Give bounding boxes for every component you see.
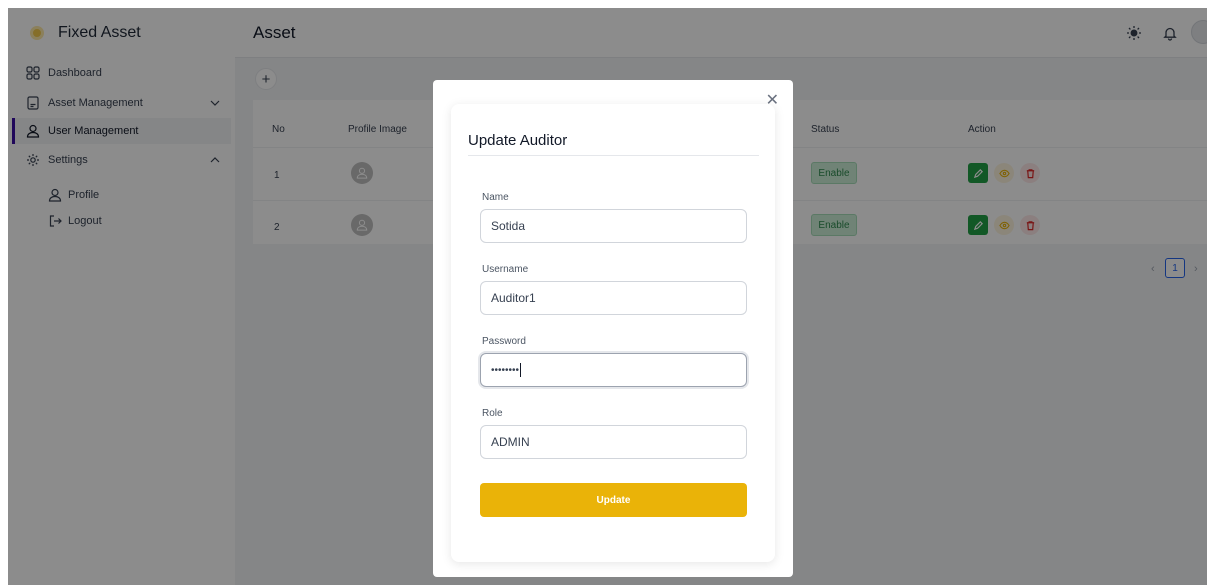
name-field[interactable]: Sotida bbox=[480, 209, 747, 243]
app-root: Fixed Asset Dashboard Asset Management U… bbox=[8, 8, 1207, 585]
password-field[interactable]: •••••••• bbox=[480, 353, 747, 387]
modal-title: Update Auditor bbox=[468, 132, 568, 149]
username-value: Auditor1 bbox=[491, 291, 536, 305]
password-label: Password bbox=[482, 336, 526, 347]
update-button[interactable]: Update bbox=[480, 483, 747, 517]
title-divider bbox=[468, 155, 759, 156]
role-field[interactable]: ADMIN bbox=[480, 425, 747, 459]
text-caret bbox=[520, 363, 522, 377]
name-label: Name bbox=[482, 192, 509, 203]
update-auditor-modal: ✕ Update Auditor Name Sotida Username Au… bbox=[433, 80, 793, 577]
role-label: Role bbox=[482, 408, 503, 419]
username-label: Username bbox=[482, 264, 529, 275]
username-field[interactable]: Auditor1 bbox=[480, 281, 747, 315]
modal-form-card: Update Auditor Name Sotida Username Audi… bbox=[451, 104, 775, 562]
password-value: •••••••• bbox=[491, 364, 520, 376]
role-value: ADMIN bbox=[491, 435, 530, 449]
name-value: Sotida bbox=[491, 219, 526, 233]
